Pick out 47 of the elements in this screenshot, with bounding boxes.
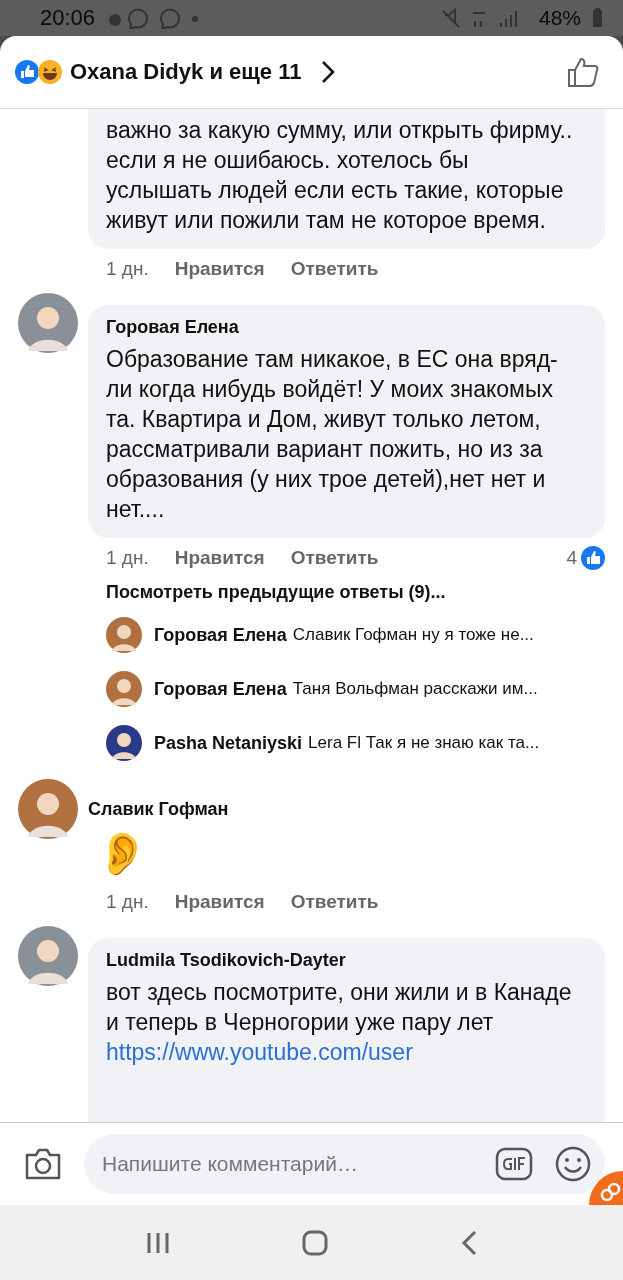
status-time: 20:06 [40, 5, 96, 31]
view-previous-replies-link[interactable]: Посмотреть предыдущие ответы (9)... [106, 582, 446, 603]
battery-level: 48% [538, 6, 581, 30]
avatar [106, 725, 142, 761]
recent-apps-icon[interactable] [146, 1230, 171, 1255]
reply-author[interactable]: Горовая Елена [154, 678, 287, 700]
like-icon[interactable] [567, 56, 599, 88]
like-reaction-icon [581, 546, 605, 570]
reply-link[interactable]: Ответить [290, 258, 379, 280]
avatar [18, 779, 78, 839]
like-link[interactable]: Нравится [174, 891, 265, 913]
comment-link[interactable]: https://www.youtube.com/user [106, 1037, 577, 1067]
gif-icon[interactable] [495, 1147, 533, 1181]
emoji-icon[interactable] [555, 1146, 591, 1182]
reply-author[interactable]: Горовая Елена [154, 624, 287, 646]
chevron-right-icon[interactable] [321, 60, 336, 84]
comment-time: 1 дн. [106, 258, 149, 280]
avatar [18, 293, 78, 353]
reply-preview: Таня Вольфман расскажи им... [292, 679, 538, 699]
reactions-link[interactable]: Oxana Didyk и еще 11 [70, 59, 316, 85]
comment-time: 1 дн. [106, 547, 149, 569]
avatar [106, 617, 142, 653]
comment-text: Образование там никакое, в ЕС она вряд-ли когда нибудь войдёт! У моих знакомых та. Квартира и Дом, живут только летом, рассматривали вариант пожить, но из за образования (у них трое детей),нет нет и нет.... [106, 345, 559, 524]
reactions-icon [14, 59, 64, 85]
reaction-count: 4 [566, 547, 577, 569]
comment-text: важно за какую сумму, или открыть фирму.. если я не ошибаюсь. хотелось бы услышать людей если есть такие, которые живут или пожили там не которое время. [106, 116, 574, 235]
avatar [18, 926, 78, 986]
comment-emoji: 👂 [95, 829, 149, 879]
camera-icon[interactable] [24, 1147, 62, 1181]
floating-bubble-icon[interactable] [589, 1171, 623, 1205]
comment-input[interactable]: Напишите комментарий… [84, 1134, 605, 1194]
comment-author[interactable]: Горовая Елена [106, 317, 577, 338]
reply-link[interactable]: Ответить [290, 891, 379, 913]
reply-author[interactable]: Pasha Netaniyski [154, 732, 303, 754]
comment-author[interactable]: Славик Гофман [88, 799, 605, 820]
comment-time: 1 дн. [106, 891, 149, 913]
reply-link[interactable]: Ответить [290, 547, 379, 569]
reply-preview: Славик Гофман ну я тоже не... [292, 625, 534, 645]
comment-text: вот здесь посмотрите, они жили и в Канаде и теперь в Черногории уже пару лет [106, 978, 573, 1037]
battery-icon [591, 8, 603, 28]
home-icon[interactable] [302, 1229, 329, 1256]
comment-author[interactable]: Ludmila Tsodikovich-Dayter [106, 950, 577, 971]
like-link[interactable]: Нравится [174, 258, 265, 280]
like-link[interactable]: Нравится [174, 547, 265, 569]
avatar [106, 671, 142, 707]
reply-preview: Lera Fl Так я не знаю как та... [308, 733, 540, 753]
back-icon[interactable] [460, 1229, 477, 1256]
